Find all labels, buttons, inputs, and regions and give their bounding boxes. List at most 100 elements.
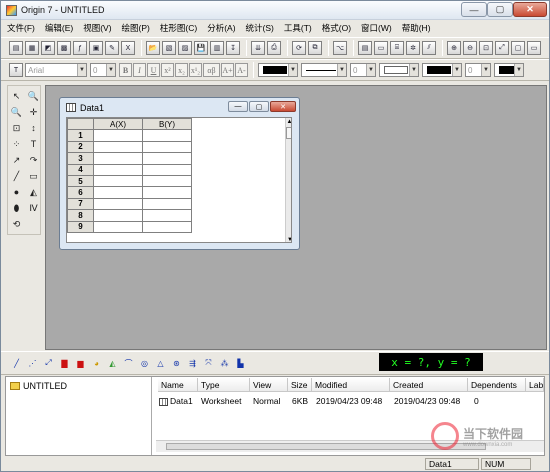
italic-button[interactable]: I [133, 63, 146, 77]
zoom-in-icon[interactable]: ⊕ [447, 41, 461, 55]
worksheet-window[interactable]: Data1 — ▢ ✕ A(X) B(Y) 1 2 3 4 5 6 7 8 9 … [59, 97, 300, 250]
row-header[interactable]: 5 [67, 174, 94, 188]
code-builder-icon[interactable]: ⌸ [390, 41, 404, 55]
ternary-plot-icon[interactable]: △ [153, 356, 168, 371]
pointer-icon[interactable]: ↖ [8, 88, 25, 104]
column-header-created[interactable]: Created [390, 378, 468, 392]
scroll-thumb[interactable] [286, 127, 291, 139]
cell[interactable] [142, 140, 192, 154]
open-excel-icon[interactable]: ▨ [178, 41, 192, 55]
area-plot-icon[interactable]: ◭ [105, 356, 120, 371]
data-selector-icon[interactable]: ⊡ [8, 120, 25, 136]
menu-format[interactable]: 格式(O) [322, 22, 351, 34]
menu-file[interactable]: 文件(F) [7, 22, 35, 34]
import-ascii-icon[interactable]: ↧ [226, 41, 240, 55]
whole-page-icon[interactable]: ⊡ [479, 41, 493, 55]
bar-plot-icon[interactable]: ▆ [73, 356, 88, 371]
text-tool-icon[interactable]: T [25, 136, 42, 152]
menu-help[interactable]: 帮助(H) [402, 22, 431, 34]
region-tool-icon[interactable]: ⬮ [8, 200, 25, 216]
save-icon[interactable]: 💾 [194, 41, 208, 55]
corner-cell[interactable] [67, 118, 94, 131]
refresh-icon[interactable]: ⟳ [292, 41, 306, 55]
column-header-a[interactable]: A(X) [93, 118, 143, 131]
project-explorer-icon[interactable]: ⌥ [333, 41, 347, 55]
cell[interactable] [93, 220, 143, 233]
cell[interactable] [142, 129, 192, 142]
cell[interactable] [93, 186, 143, 199]
rescale-icon[interactable]: ⤢ [495, 41, 509, 55]
column-header-b[interactable]: B(Y) [142, 118, 192, 131]
multi-curve-icon[interactable]: ⁂ [217, 356, 232, 371]
pie-chart-icon[interactable]: ◕ [89, 356, 104, 371]
row-header[interactable]: 6 [67, 186, 94, 199]
script-window-icon[interactable]: ▭ [374, 41, 388, 55]
row-header[interactable]: 2 [67, 140, 94, 154]
polyline-tool-icon[interactable]: Ⅳ [25, 200, 42, 216]
line-style-select[interactable]: ▼ [301, 63, 347, 77]
cell[interactable] [93, 209, 143, 222]
scatter-plot-icon[interactable]: ⋰ [25, 356, 40, 371]
zoom-plot-icon[interactable]: ⤧ [201, 356, 216, 371]
freehand-tool-icon[interactable]: ⟲ [8, 216, 25, 232]
new-matrix-icon[interactable]: ▩ [57, 41, 71, 55]
cell[interactable] [93, 174, 143, 188]
new-worksheet-icon[interactable]: ▦ [25, 41, 39, 55]
cell[interactable] [93, 140, 143, 154]
arrow-tool-icon[interactable]: ↗ [8, 152, 25, 168]
worksheet-grid[interactable]: A(X) B(Y) 1 2 3 4 5 6 7 8 9 ▲ ▼ [66, 117, 292, 243]
zoom-out-icon[interactable]: 🔍 [8, 104, 25, 120]
worksheet-maximize-button[interactable]: ▢ [249, 101, 269, 112]
cell[interactable] [142, 163, 192, 176]
close-button[interactable]: ✕ [513, 2, 547, 17]
row-header[interactable]: 9 [67, 220, 94, 233]
minimize-button[interactable]: — [461, 2, 487, 17]
line-symbol-plot-icon[interactable]: ⤢ [41, 356, 56, 371]
symbol-color-select[interactable]: ▼ [494, 63, 524, 77]
row-header[interactable]: 4 [67, 163, 94, 176]
add-ons-icon[interactable]: ✲ [406, 41, 420, 55]
worksheet-titlebar[interactable]: Data1 — ▢ ✕ [60, 98, 299, 117]
polygon-tool-icon[interactable]: ◭ [25, 184, 42, 200]
column-header-label[interactable]: Lab [526, 378, 544, 392]
save-template-icon[interactable]: ▥ [210, 41, 224, 55]
new-notes-icon[interactable]: ✎ [105, 41, 119, 55]
column-plot-icon[interactable]: ▇ [57, 356, 72, 371]
new-layout-icon[interactable]: ▣ [89, 41, 103, 55]
worksheet-minimize-button[interactable]: — [228, 101, 248, 112]
line-color-select[interactable]: ▼ [258, 63, 298, 77]
bold-button[interactable]: B [119, 63, 132, 77]
circle-tool-icon[interactable]: ● [8, 184, 25, 200]
scroll-down-icon[interactable]: ▼ [286, 236, 291, 242]
line-width-select[interactable]: 0 ▼ [350, 63, 376, 77]
custom-routine-icon[interactable]: ⫽ [422, 41, 436, 55]
font-select[interactable]: Arial ▼ [25, 63, 87, 77]
row-header[interactable]: 3 [67, 152, 94, 165]
cell[interactable] [93, 197, 143, 211]
zoom-out-icon[interactable]: ⊖ [463, 41, 477, 55]
curved-arrow-icon[interactable]: ↷ [25, 152, 42, 168]
mask-icon[interactable]: ⁘ [8, 136, 25, 152]
cell[interactable] [93, 129, 143, 142]
greek-button[interactable]: αβ [203, 63, 220, 77]
tree-root-folder[interactable]: UNTITLED [10, 381, 67, 391]
menu-plot[interactable]: 绘图(P) [122, 22, 150, 34]
decrease-font-button[interactable]: A- [235, 63, 248, 77]
cell[interactable] [142, 209, 192, 222]
print-icon[interactable]: ⎙ [267, 41, 281, 55]
line-plot-icon[interactable]: ╱ [9, 356, 24, 371]
rectangle-tool-icon[interactable]: ▭ [25, 168, 42, 184]
column-header-name[interactable]: Name [158, 378, 198, 392]
menu-view[interactable]: 视图(V) [83, 22, 111, 34]
zoom-icon[interactable]: 🔍 [25, 88, 42, 104]
new-layer-icon[interactable]: ▢ [511, 41, 525, 55]
font-size-select[interactable]: 0 ▼ [90, 63, 116, 77]
fill-width-select[interactable]: 0 ▼ [465, 63, 491, 77]
row-header[interactable]: 1 [67, 129, 94, 142]
row-header[interactable]: 8 [67, 209, 94, 222]
column-header-modified[interactable]: Modified [312, 378, 390, 392]
cell[interactable] [142, 174, 192, 188]
menu-window[interactable]: 窗口(W) [361, 22, 392, 34]
row-header[interactable]: 7 [67, 197, 94, 211]
cell[interactable] [93, 163, 143, 176]
